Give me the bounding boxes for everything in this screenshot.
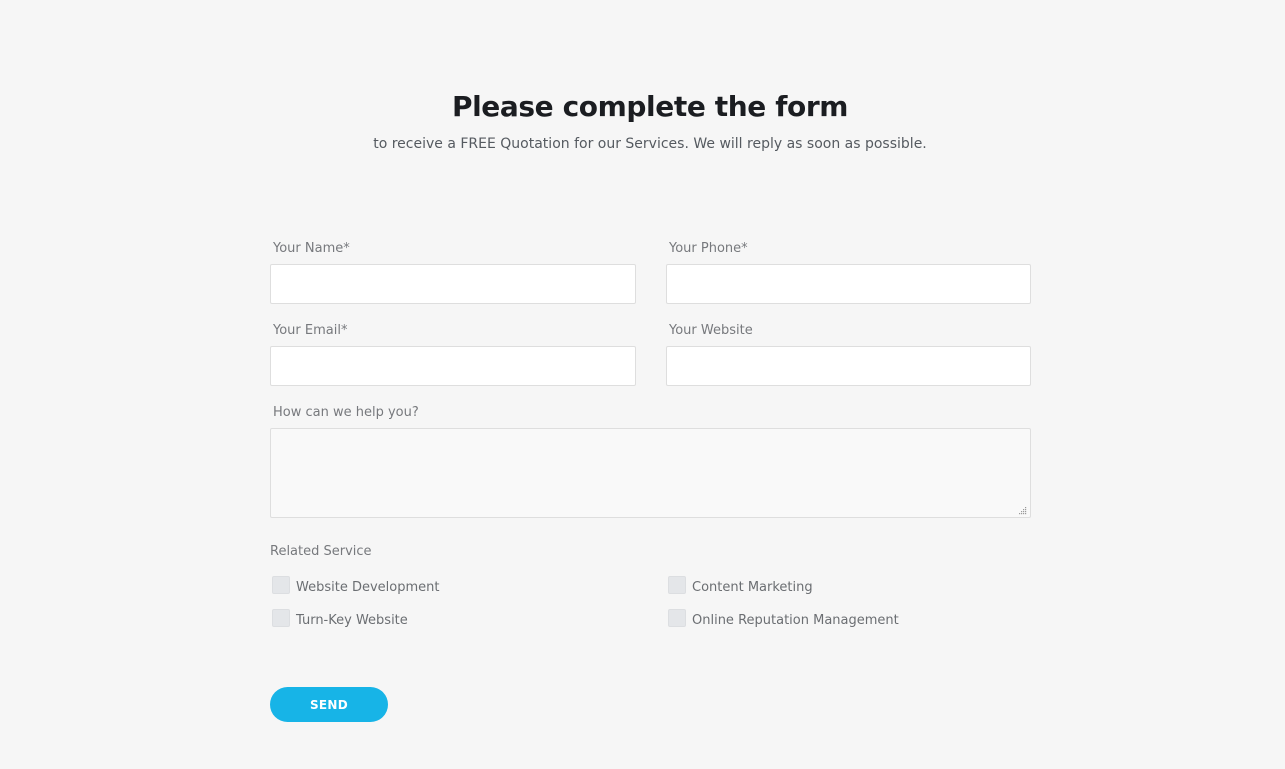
phone-label: Your Phone*	[669, 241, 748, 256]
service-option-website-development[interactable]: Website Development	[272, 575, 440, 595]
checkbox-label: Turn-Key Website	[296, 613, 408, 628]
phone-field[interactable]	[666, 264, 1031, 304]
checkbox-label: Content Marketing	[692, 580, 813, 595]
checkbox-label: Online Reputation Management	[692, 613, 899, 628]
service-option-content-marketing[interactable]: Content Marketing	[668, 575, 813, 595]
send-button[interactable]: SEND	[270, 687, 388, 722]
quote-form-page: Please complete the form to receive a FR…	[0, 0, 1285, 769]
service-option-online-reputation-management[interactable]: Online Reputation Management	[668, 608, 899, 628]
email-label: Your Email*	[273, 323, 348, 338]
name-label: Your Name*	[273, 241, 350, 256]
service-option-turn-key-website[interactable]: Turn-Key Website	[272, 608, 408, 628]
checkbox-label: Website Development	[296, 580, 440, 595]
checkbox[interactable]	[272, 608, 290, 627]
checkbox[interactable]	[668, 575, 686, 594]
related-service-label: Related Service	[270, 544, 372, 559]
checkbox[interactable]	[668, 608, 686, 627]
message-textarea[interactable]	[270, 428, 1031, 518]
website-label: Your Website	[669, 323, 753, 338]
message-label: How can we help you?	[273, 405, 419, 420]
name-field[interactable]	[270, 264, 636, 304]
email-field[interactable]	[270, 346, 636, 386]
page-subtitle: to receive a FREE Quotation for our Serv…	[373, 136, 927, 152]
page-title: Please complete the form	[451, 90, 849, 123]
checkbox[interactable]	[272, 575, 290, 594]
website-field[interactable]	[666, 346, 1031, 386]
resize-grip-icon[interactable]	[1018, 506, 1027, 515]
